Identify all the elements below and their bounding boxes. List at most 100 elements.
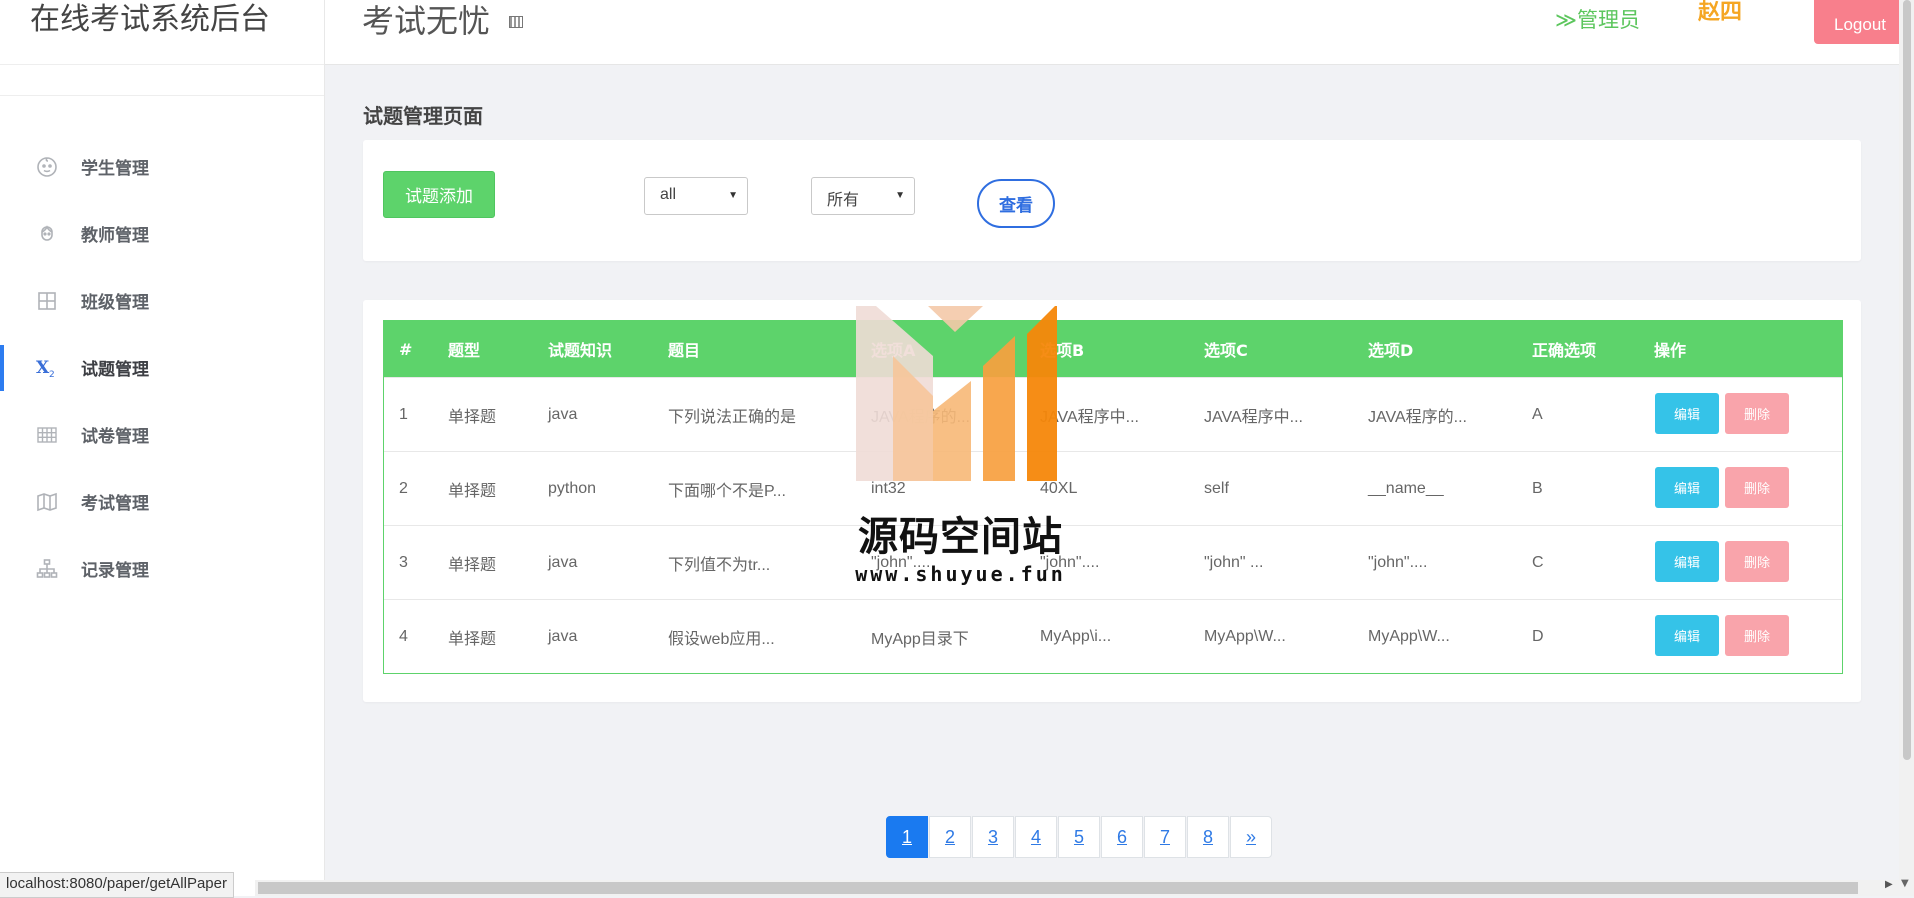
cell-type: 单择题 (448, 630, 497, 648)
table-header: # 题型 试题知识 题目 选项A 选项B 选项C 选项D 正确选项 操作 (384, 321, 1842, 377)
cell-option-c: MyApp\W... (1204, 627, 1286, 645)
sidebar-item-label: 教师管理 (81, 226, 149, 246)
column-header: # (399, 339, 413, 359)
sidebar-item-record[interactable]: 记录管理 (0, 535, 324, 602)
page-link-2[interactable]: 2 (929, 816, 971, 858)
sitemap-icon (34, 556, 60, 582)
table-row: 1 单择题 java 下列说法正确的是 JAVA程序的... JAVA程序中..… (384, 377, 1842, 451)
cell-type: 单择题 (448, 482, 497, 500)
sidebar-nav: 学生管理 教师管理 班级管理 X2 试题管理 试卷管理 考试管理 记录管理 (0, 133, 324, 602)
column-header: 题型 (448, 341, 481, 360)
page-link-8[interactable]: 8 (1187, 816, 1229, 858)
cell-option-a: JAVA程序的... (871, 408, 970, 426)
page-link-7[interactable]: 7 (1144, 816, 1186, 858)
page-link-1[interactable]: 1 (886, 816, 928, 858)
column-header: 选项D (1368, 341, 1414, 360)
type-select-value: all (660, 186, 677, 203)
cell-answer: D (1532, 627, 1544, 645)
page-link-4[interactable]: 4 (1015, 816, 1057, 858)
view-button[interactable]: 查看 (977, 179, 1055, 228)
cell-option-c: JAVA程序中... (1204, 408, 1303, 426)
sidebar-item-exam[interactable]: 考试管理 (0, 468, 324, 535)
cell-knowledge: java (548, 627, 578, 645)
page-link-5[interactable]: 5 (1058, 816, 1100, 858)
knowledge-select[interactable]: 所有 ▼ (811, 177, 915, 215)
delete-button[interactable]: 删除 (1725, 541, 1789, 582)
sidebar-item-paper[interactable]: 试卷管理 (0, 401, 324, 468)
add-question-button[interactable]: 试题添加 (383, 171, 495, 218)
cell-option-b: JAVA程序中... (1040, 408, 1139, 426)
subscript-icon: X2 (34, 355, 60, 381)
sidebar-item-label: 试题管理 (81, 360, 149, 380)
column-header: 选项C (1204, 341, 1248, 360)
logout-button[interactable]: Logout (1814, 0, 1906, 44)
delete-button[interactable]: 删除 (1725, 615, 1789, 656)
cell-index: 1 (399, 405, 408, 423)
brand-title: 在线考试系统后台 (30, 2, 270, 37)
sidebar-item-label: 班级管理 (81, 293, 149, 313)
column-header: 试题知识 (548, 341, 613, 360)
cell-knowledge: python (548, 479, 597, 497)
table-row: 2 单择题 python 下面哪个不是P... int32 40XL self … (384, 451, 1842, 525)
role-label[interactable]: ≫管理员 (1555, 4, 1640, 34)
column-header: 选项A (871, 341, 916, 360)
cell-option-d: __name__ (1368, 479, 1444, 497)
cell-option-d: JAVA程序的... (1368, 408, 1467, 426)
sidebar-divider (0, 95, 324, 96)
sidebar: 在线考试系统后台 学生管理 教师管理 班级管理 X2 试题管理 试卷管理 考试管… (0, 0, 325, 896)
horizontal-scrollbar-thumb[interactable] (258, 882, 1858, 894)
sidebar-item-class[interactable]: 班级管理 (0, 267, 324, 334)
svg-text:2: 2 (49, 370, 55, 380)
cell-option-c: self (1204, 479, 1229, 497)
edit-button[interactable]: 编辑 (1655, 467, 1719, 508)
cell-index: 4 (399, 627, 408, 645)
edit-button[interactable]: 编辑 (1655, 393, 1719, 434)
cell-knowledge: java (548, 553, 578, 571)
cell-option-c: "john" ... (1204, 553, 1264, 571)
cell-type: 单择题 (448, 408, 497, 426)
cell-answer: B (1532, 479, 1543, 497)
question-table: # 题型 试题知识 题目 选项A 选项B 选项C 选项D 正确选项 操作 1 单… (383, 320, 1843, 674)
pagination: 1 2 3 4 5 6 7 8 » (886, 816, 1273, 858)
cell-type: 单择题 (448, 556, 497, 574)
scroll-right-arrow-icon[interactable]: ▶ (1885, 879, 1893, 890)
type-select[interactable]: all ▼ (644, 177, 748, 215)
grid-icon (34, 422, 60, 448)
delete-button[interactable]: 删除 (1725, 393, 1789, 434)
watermark-url: www.shuyue.fun (855, 562, 1066, 586)
brand: 在线考试系统后台 (0, 0, 324, 65)
flag-icon (509, 16, 523, 28)
filter-panel: 试题添加 all ▼ 所有 ▼ 查看 (363, 140, 1861, 261)
cell-answer: A (1532, 405, 1543, 423)
page-next-link[interactable]: » (1230, 816, 1272, 858)
column-header: 操作 (1654, 341, 1687, 360)
watermark-text: 源码空间站 (858, 514, 1063, 560)
username[interactable]: 赵四 (1698, 0, 1742, 26)
page-link-6[interactable]: 6 (1101, 816, 1143, 858)
table-row: 4 单择题 java 假设web应用... MyApp目录下 MyApp\i..… (384, 599, 1842, 673)
chevron-down-icon: ▼ (895, 190, 905, 201)
sidebar-item-label: 试卷管理 (81, 427, 149, 447)
cell-question: 下列说法正确的是 (668, 408, 797, 426)
cell-option-a: MyApp目录下 (871, 630, 969, 648)
scroll-down-arrow-icon[interactable]: ▼ (1901, 878, 1909, 889)
vertical-scrollbar-thumb[interactable] (1903, 0, 1911, 760)
sidebar-item-question[interactable]: X2 试题管理 (0, 334, 324, 401)
browser-status-bar: localhost:8080/paper/getAllPaper (0, 872, 234, 898)
page-link-3[interactable]: 3 (972, 816, 1014, 858)
chevron-down-icon: ▼ (728, 190, 738, 201)
table-row: 3 单择题 java 下列值不为tr... "john".... "john".… (384, 525, 1842, 599)
delete-button[interactable]: 删除 (1725, 467, 1789, 508)
knowledge-select-value: 所有 (827, 192, 860, 209)
sidebar-item-student[interactable]: 学生管理 (0, 133, 324, 200)
column-header: 正确选项 (1532, 341, 1597, 360)
sidebar-item-teacher[interactable]: 教师管理 (0, 200, 324, 267)
cell-question: 下列值不为tr... (668, 556, 771, 574)
teacher-icon (34, 221, 60, 247)
cell-option-d: "john".... (1368, 553, 1428, 571)
cell-knowledge: java (548, 405, 578, 423)
edit-button[interactable]: 编辑 (1655, 615, 1719, 656)
edit-button[interactable]: 编辑 (1655, 541, 1719, 582)
cell-question: 假设web应用... (668, 630, 775, 648)
cell-question: 下面哪个不是P... (668, 482, 786, 500)
